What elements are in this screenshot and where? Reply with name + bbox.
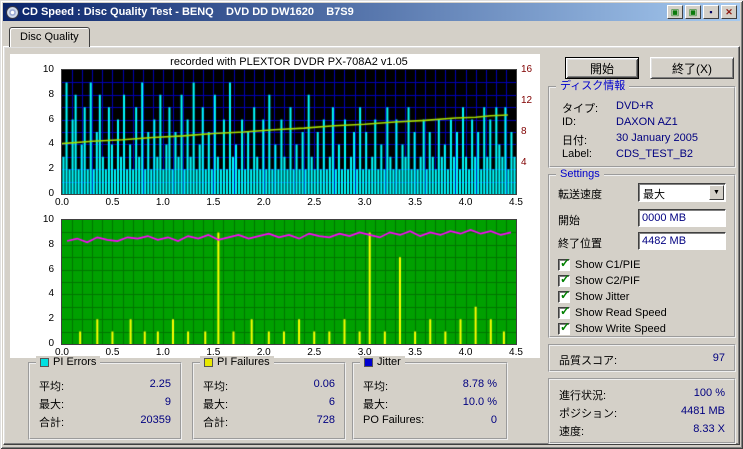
check-icon: ✓ [560,288,570,302]
app-window: CD Speed : Disc Quality Test - BENQ DVD … [0,0,743,449]
start-position-label: 開始 [558,212,580,228]
quality-score-value: 97 [713,352,725,368]
jitter-legend: Jitter [360,356,405,369]
quality-score-row: 品質スコア: 97 [550,346,734,368]
stat-row: 最大:10.0 % [363,396,497,414]
close-button[interactable]: ✕ [721,5,737,19]
checkbox-box[interactable]: ✓ [558,307,570,319]
settings-group: Settings 転送速度 最大 ▼ 開始 0000 MB 終了位置 4482 … [548,174,736,338]
disc-info-row: タイプ:DVD+R [554,100,730,116]
pi-errors-chart [62,70,516,194]
jitter-canvas [62,220,516,344]
pi-failures-color-swatch [204,358,213,367]
quality-score-label: 品質スコア: [559,352,617,368]
exit-button[interactable]: 終了(X) [650,57,734,79]
titlebar[interactable]: CD Speed : Disc Quality Test - BENQ DVD … [3,3,740,21]
checkbox-box[interactable]: ✓ [558,275,570,287]
pi-errors-canvas [62,70,516,194]
pi-errors-x-axis: 0.00.51.01.52.02.53.03.54.04.5 [62,197,516,209]
quality-score-group: 品質スコア: 97 [548,344,736,372]
stat-row: 平均:0.06 [203,378,335,396]
stat-row: 平均:8.78 % [363,378,497,396]
pi-failures-stats-group: PI Failures 平均:0.06 最大:6 合計:728 [192,362,346,440]
app-icon [6,6,19,19]
stat-row: 最大:9 [39,396,171,414]
checkbox-show-jitter[interactable]: ✓ Show Jitter [558,290,629,304]
stat-row: 最大:6 [203,396,335,414]
disc-info-header: ディスク情報 [556,80,629,93]
end-position-label: 終了位置 [558,235,602,251]
check-icon: ✓ [560,304,570,318]
titlebar-icon-1[interactable]: ▣ [667,5,683,19]
checkbox-box[interactable]: ✓ [558,323,570,335]
check-icon: ✓ [560,256,570,270]
progress-group: 進行状況:100 % ポジション:4481 MB 速度:8.33 X [548,378,736,444]
disc-info-row: Label:CDS_TEST_B2 [554,148,730,164]
jitter-chart [62,220,516,344]
chart-panel: recorded with PLEXTOR DVDR PX-708A2 v1.0… [10,54,540,358]
start-button[interactable]: 開始 [565,57,639,79]
jitter-color-swatch [364,358,373,367]
progress-row: 速度:8.33 X [559,423,725,441]
window-title: CD Speed : Disc Quality Test - BENQ DVD … [22,6,667,18]
checkbox-show-write-speed[interactable]: ✓ Show Write Speed [558,322,666,336]
checkbox-show-read-speed[interactable]: ✓ Show Read Speed [558,306,667,320]
jitter-y-axis-left: 1086420 [10,220,58,344]
stat-row: 合計:728 [203,414,335,432]
pi-errors-y-axis-left: 1086420 [10,70,58,194]
transfer-speed-select[interactable]: 最大 ▼ [638,183,726,202]
settings-header: Settings [556,168,604,181]
disc-info-row: 日付:30 January 2005 [554,132,730,148]
stat-row: 合計:20359 [39,414,171,432]
check-icon: ✓ [560,272,570,286]
stat-row: PO Failures:0 [363,414,497,432]
pi-errors-stats-group: PI Errors 平均:2.25 最大:9 合計:20359 [28,362,182,440]
titlebar-buttons: ▣ ▣ ▪ ✕ [667,5,737,19]
end-position-field[interactable]: 4482 MB [638,232,726,250]
disc-info-row: ID:DAXON AZ1 [554,116,730,132]
minimize-button[interactable]: ▪ [703,5,719,19]
tab-disc-quality[interactable]: Disc Quality [9,27,90,47]
jitter-x-axis: 0.00.51.01.52.02.53.03.54.04.5 [62,347,516,359]
checkbox-show-c1-pie[interactable]: ✓ Show C1/PIE [558,258,640,272]
checkbox-box[interactable]: ✓ [558,259,570,271]
stat-row: 平均:2.25 [39,378,171,396]
chart-header: recorded with PLEXTOR DVDR PX-708A2 v1.0… [62,56,516,68]
disc-info-group: ディスク情報 タイプ:DVD+R ID:DAXON AZ1 日付:30 Janu… [548,86,736,168]
checkbox-show-c2-pif[interactable]: ✓ Show C2/PIF [558,274,640,288]
transfer-speed-label: 転送速度 [558,186,602,202]
progress-row: 進行状況:100 % [559,387,725,405]
pi-errors-y-axis-right: 161284 [519,70,540,194]
pi-failures-title: PI Failures [217,356,270,369]
check-icon: ✓ [560,320,570,334]
pi-failures-legend: PI Failures [200,356,274,369]
pi-errors-legend: PI Errors [36,356,100,369]
pi-errors-title: PI Errors [53,356,96,369]
jitter-title: Jitter [377,356,401,369]
titlebar-icon-2[interactable]: ▣ [685,5,701,19]
chevron-down-icon[interactable]: ▼ [709,185,724,200]
progress-row: ポジション:4481 MB [559,405,725,423]
checkbox-box[interactable]: ✓ [558,291,570,303]
start-position-field[interactable]: 0000 MB [638,209,726,227]
jitter-stats-group: Jitter 平均:8.78 % 最大:10.0 % PO Failures:0 [352,362,508,440]
pi-errors-color-swatch [40,358,49,367]
